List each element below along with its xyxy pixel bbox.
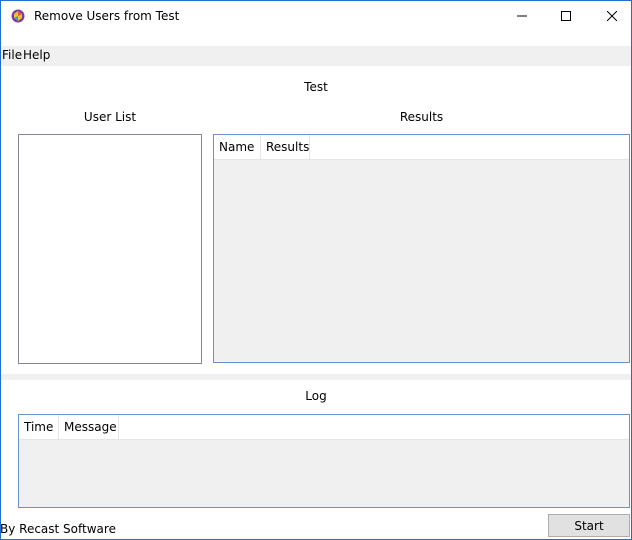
results-col-name[interactable]: Name (214, 135, 261, 159)
close-button[interactable] (589, 1, 632, 31)
user-list-label: User List (83, 110, 137, 124)
results-col-results[interactable]: Results (261, 135, 310, 159)
log-col-message[interactable]: Message (59, 415, 119, 439)
start-button[interactable]: Start (548, 514, 630, 537)
log-header: Time Message (19, 415, 629, 440)
results-listview[interactable]: Name Results (213, 134, 630, 363)
minimize-icon (517, 11, 527, 21)
close-icon (607, 11, 617, 21)
minimize-button[interactable] (499, 1, 545, 31)
maximize-button[interactable] (543, 1, 589, 31)
log-label: Log (305, 389, 327, 403)
credit-text: By Recast Software (0, 522, 116, 536)
section-title: Test (304, 80, 328, 94)
window-title: Remove Users from Test (34, 9, 180, 23)
user-list-box[interactable] (18, 134, 202, 364)
menu-file[interactable]: File (2, 48, 22, 62)
log-listview[interactable]: Time Message (18, 414, 630, 508)
menu-bar-row: File Help (1, 46, 631, 66)
menu-help[interactable]: Help (23, 48, 50, 62)
maximize-icon (561, 11, 571, 21)
title-bar[interactable]: Remove Users from Test (1, 1, 631, 31)
app-logo-icon (11, 9, 25, 23)
app-window: Remove Users from Test File Help Test Us… (0, 0, 632, 540)
results-header: Name Results (214, 135, 629, 160)
results-label: Results (399, 110, 444, 124)
log-col-time[interactable]: Time (19, 415, 59, 439)
splitter[interactable] (1, 374, 631, 380)
